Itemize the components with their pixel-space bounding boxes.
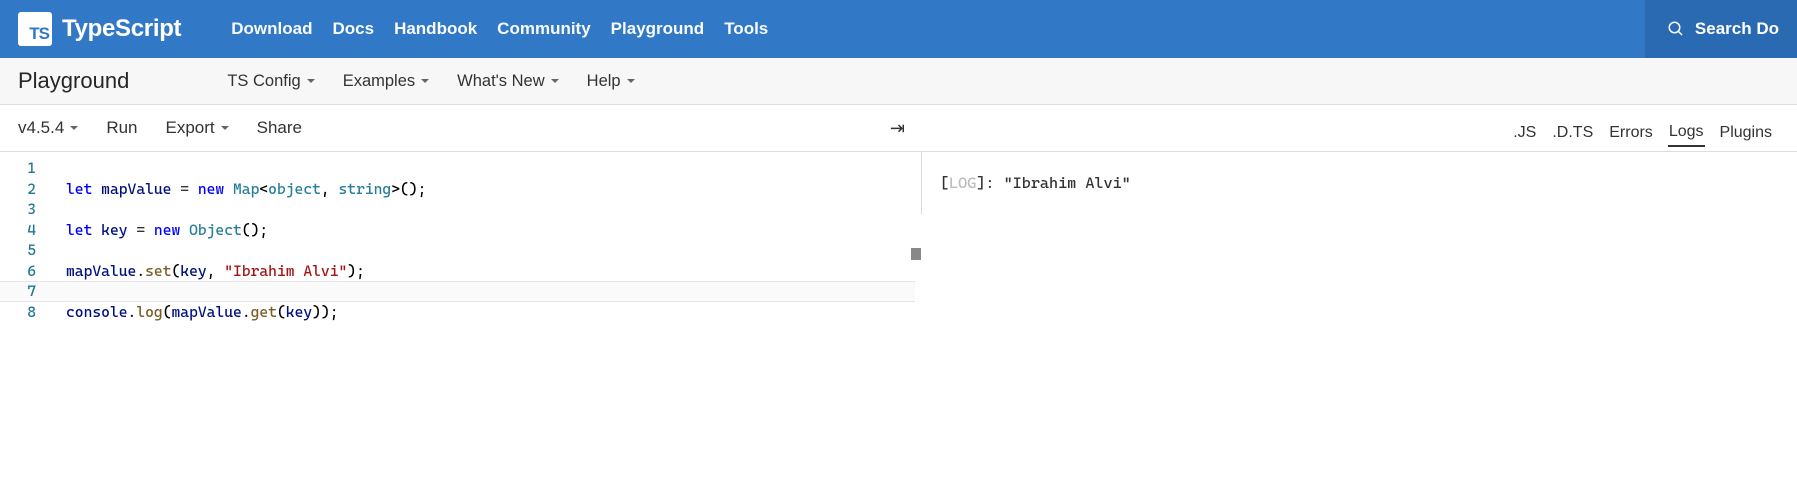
line-number: 5 [0,240,36,261]
export-dropdown[interactable]: Export [166,118,229,138]
code-line[interactable] [66,240,426,261]
subnav: Playground TS Config Examples What's New… [0,58,1797,105]
chevron-down-icon [551,79,559,87]
nav-links: Download Docs Handbook Community Playgro… [231,19,768,39]
top-header: TS TypeScript Download Docs Handbook Com… [0,0,1797,58]
code-line[interactable]: let mapValue = new Map<object, string>()… [66,179,426,200]
code-line[interactable]: console.log(mapValue.get(key)); [66,302,426,323]
tsconfig-dropdown[interactable]: TS Config [227,72,314,91]
line-number: 7 [0,281,36,302]
nav-handbook[interactable]: Handbook [394,19,477,39]
logo-text: TypeScript [62,15,181,43]
code-line[interactable]: mapValue.set(key, "Ibrahim Alvi"); [66,261,426,282]
editor-pane[interactable]: ⇥ 1 2 3 4 5 6 7 8 let mapValue = new Map… [0,152,922,214]
tab-plugins[interactable]: Plugins [1719,120,1773,146]
log-output: [LOG]: "Ibrahim Alvi" [922,152,1797,214]
search-label: Search Do [1695,19,1779,39]
line-number: 4 [0,220,36,241]
chevron-down-icon [421,79,429,87]
log-tag: LOG [949,174,976,192]
logo[interactable]: TS TypeScript [18,12,181,46]
code-line[interactable] [66,281,426,302]
nav-download[interactable]: Download [231,19,312,39]
line-number: 6 [0,261,36,282]
nav-community[interactable]: Community [497,19,591,39]
run-arrow-icon[interactable]: ⇥ [890,118,905,139]
tab-dts[interactable]: .D.TS [1551,120,1594,146]
tab-errors[interactable]: Errors [1608,120,1654,146]
help-dropdown[interactable]: Help [587,72,635,91]
run-button[interactable]: Run [106,118,137,138]
code-line[interactable] [66,158,426,179]
whatsnew-dropdown[interactable]: What's New [457,72,559,91]
nav-playground[interactable]: Playground [611,19,705,39]
nav-tools[interactable]: Tools [724,19,768,39]
code-line[interactable] [66,199,426,220]
line-gutter: 1 2 3 4 5 6 7 8 [0,152,50,322]
chevron-down-icon [70,126,78,134]
tab-js[interactable]: .JS [1512,120,1537,146]
version-dropdown[interactable]: v4.5.4 [18,118,78,138]
search-button[interactable]: Search Do [1645,0,1797,58]
examples-dropdown[interactable]: Examples [343,72,429,91]
line-number: 3 [0,199,36,220]
line-number: 2 [0,179,36,200]
output-tabs: .JS .D.TS Errors Logs Plugins [1512,113,1797,152]
nav-docs[interactable]: Docs [332,19,374,39]
line-number: 8 [0,302,36,323]
chevron-down-icon [307,79,315,87]
line-number: 1 [0,158,36,179]
search-icon [1667,20,1685,38]
minimap-indicator [911,248,921,260]
code-area[interactable]: let mapValue = new Map<object, string>()… [66,158,426,322]
page-title: Playground [18,68,129,94]
output-pane: .JS .D.TS Errors Logs Plugins [LOG]: "Ib… [922,152,1797,214]
code-line[interactable]: let key = new Object(); [66,220,426,241]
tab-logs[interactable]: Logs [1668,119,1705,147]
share-button[interactable]: Share [257,118,302,138]
log-value: "Ibrahim Alvi" [1004,174,1131,192]
main-area: ⇥ 1 2 3 4 5 6 7 8 let mapValue = new Map… [0,152,1797,214]
chevron-down-icon [221,126,229,134]
chevron-down-icon [627,79,635,87]
logo-icon: TS [18,12,52,46]
